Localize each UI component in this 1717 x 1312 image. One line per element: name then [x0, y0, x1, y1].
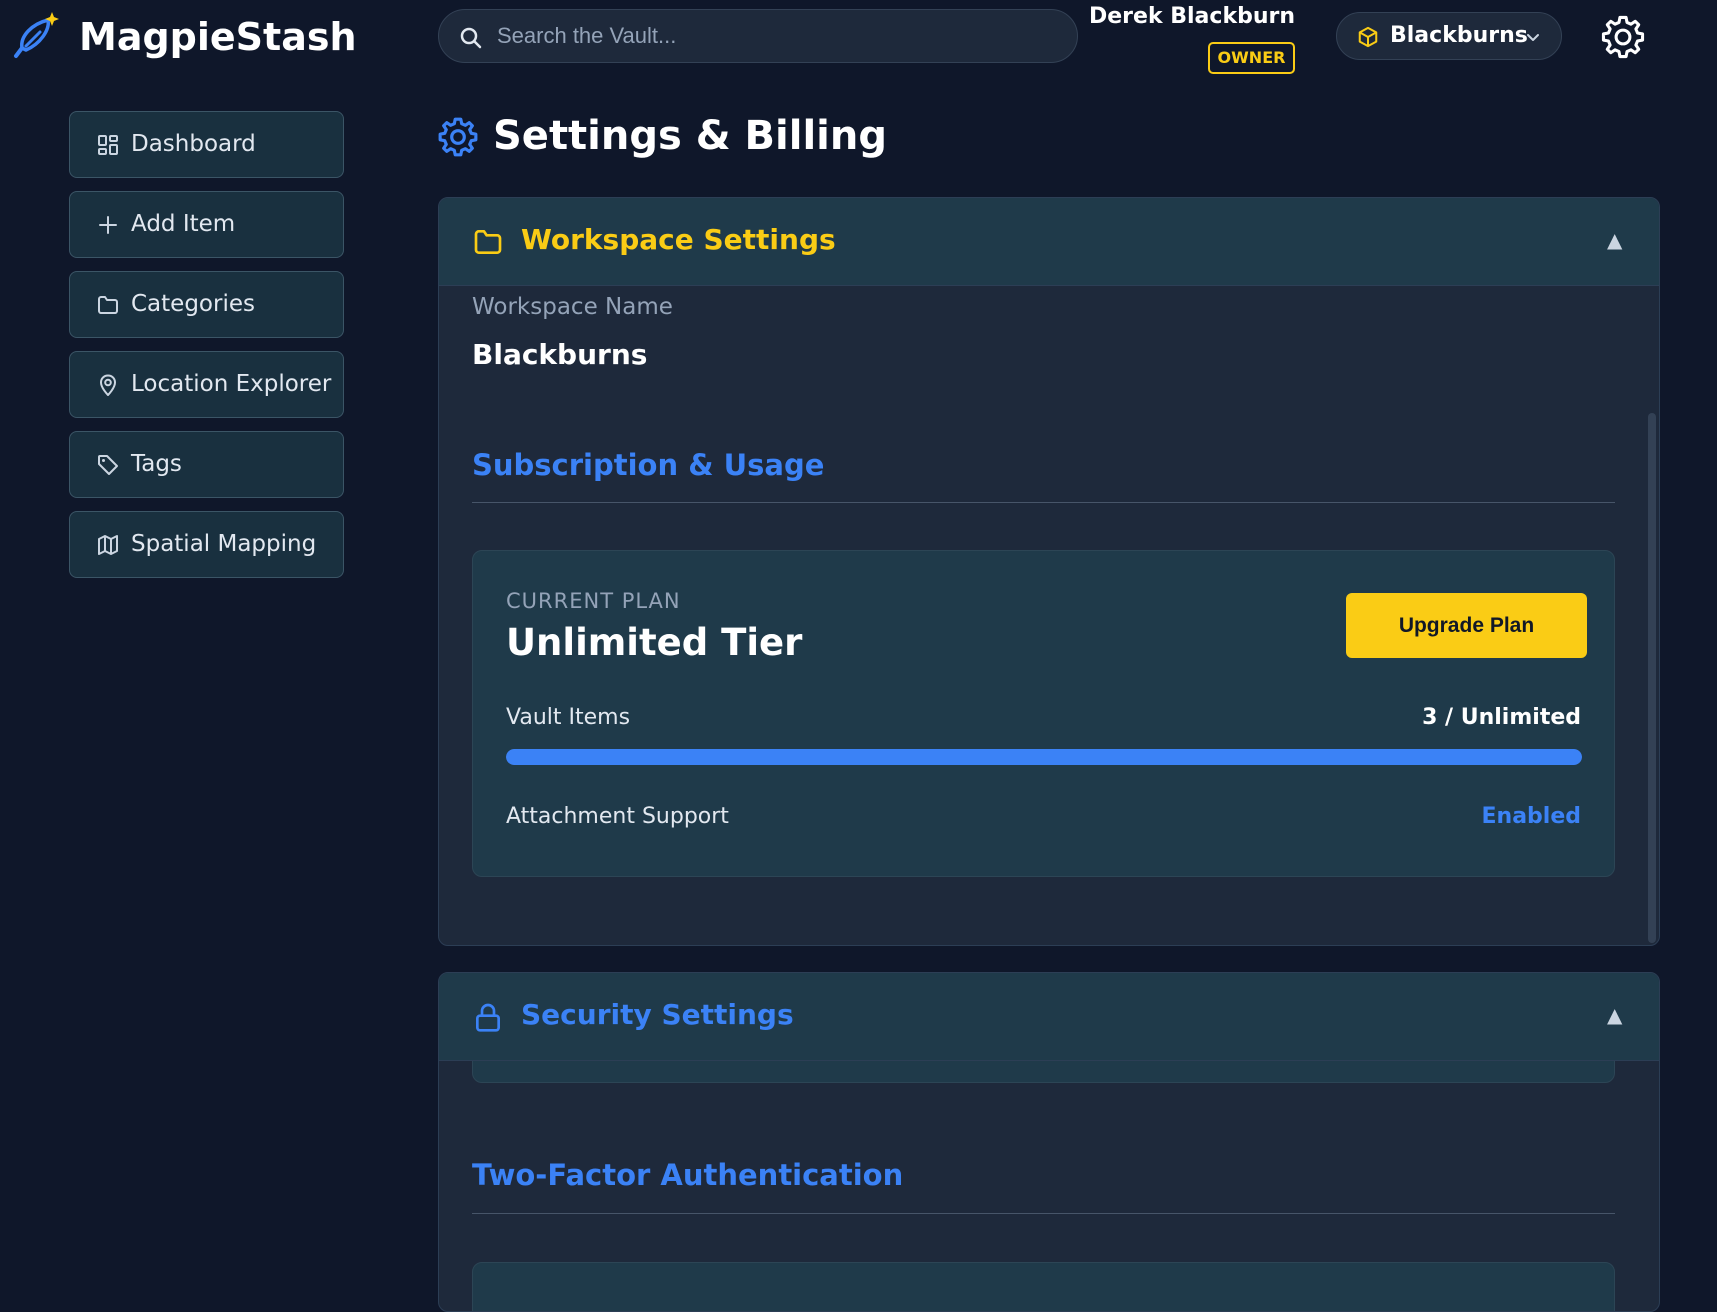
plan-caption: CURRENT PLAN [506, 589, 681, 613]
vault-items-label: Vault Items [506, 705, 631, 730]
sidebar-item-label: Spatial Mapping [131, 531, 317, 557]
vault-items-value: 3 / Unlimited [1422, 705, 1581, 730]
sidebar-item-label: Tags [131, 451, 182, 477]
section-divider [472, 1213, 1615, 1214]
chevron-down-icon [1527, 34, 1539, 41]
dashboard-grid-icon [98, 135, 118, 155]
workspace-card-scrollbar[interactable] [1648, 413, 1656, 943]
map-icon [98, 535, 118, 555]
upgrade-plan-button[interactable]: Upgrade Plan [1346, 593, 1587, 658]
folder-icon [98, 296, 118, 314]
workspace-settings-header[interactable]: Workspace Settings ▲ [439, 198, 1659, 286]
sidebar-item-spatial-mapping[interactable]: Spatial Mapping [69, 511, 344, 578]
user-name: Derek Blackburn [1089, 4, 1295, 29]
sidebar-item-label: Add Item [131, 211, 236, 237]
cube-icon [1358, 26, 1378, 48]
tag-icon [98, 455, 118, 475]
security-settings-header[interactable]: Security Settings ▲ [439, 973, 1659, 1061]
attachment-support-label: Attachment Support [506, 804, 729, 829]
workspace-switcher[interactable]: Blackburns [1336, 12, 1562, 60]
search-bar[interactable] [438, 9, 1078, 63]
workspace-name-value: Blackburns [472, 338, 648, 371]
subscription-section-title: Subscription & Usage [472, 448, 825, 482]
lock-icon [476, 1003, 500, 1032]
search-input[interactable] [495, 10, 1055, 62]
collapse-toggle-icon[interactable]: ▲ [1607, 1003, 1622, 1027]
two-factor-section-title: Two-Factor Authentication [472, 1158, 904, 1192]
sidebar-item-tags[interactable]: Tags [69, 431, 344, 498]
two-factor-panel [472, 1262, 1615, 1311]
folder-icon [474, 230, 502, 254]
attachment-support-status: Enabled [1481, 804, 1582, 829]
magpie-feather-logo-icon [14, 12, 59, 58]
search-icon [460, 27, 482, 49]
sidebar-item-location-explorer[interactable]: Location Explorer [69, 351, 344, 418]
collapse-toggle-icon[interactable]: ▲ [1607, 228, 1622, 252]
sidebar-item-label: Location Explorer [131, 371, 332, 397]
settings-gear-icon[interactable] [1600, 14, 1646, 60]
sidebar-item-label: Categories [131, 291, 255, 317]
role-badge: OWNER [1208, 42, 1295, 74]
sidebar-item-label: Dashboard [131, 131, 256, 157]
map-pin-icon [100, 374, 116, 396]
current-plan-panel: CURRENT PLAN Unlimited Tier Upgrade Plan… [472, 550, 1615, 877]
sidebar-item-categories[interactable]: Categories [69, 271, 344, 338]
app-logo-text: MagpieStash [79, 15, 357, 59]
workspace-settings-card: Workspace Settings ▲ Workspace Name Blac… [438, 197, 1660, 946]
security-settings-card: Two-Factor Authentication Security Setti… [438, 972, 1660, 1312]
vault-items-progress-bar [506, 749, 1582, 765]
plan-name: Unlimited Tier [506, 621, 803, 664]
settings-gear-icon [438, 117, 478, 157]
page-title: Settings & Billing [493, 113, 887, 159]
workspace-settings-title: Workspace Settings [521, 223, 836, 256]
plus-icon [99, 216, 117, 234]
sidebar-item-dashboard[interactable]: Dashboard [69, 111, 344, 178]
workspace-name-label: Workspace Name [472, 294, 673, 320]
vault-items-progress-fill [506, 749, 1582, 765]
security-settings-title: Security Settings [521, 998, 794, 1031]
sidebar-item-add-item[interactable]: Add Item [69, 191, 344, 258]
section-divider [472, 502, 1615, 503]
workspace-switcher-label: Blackburns [1390, 23, 1528, 48]
